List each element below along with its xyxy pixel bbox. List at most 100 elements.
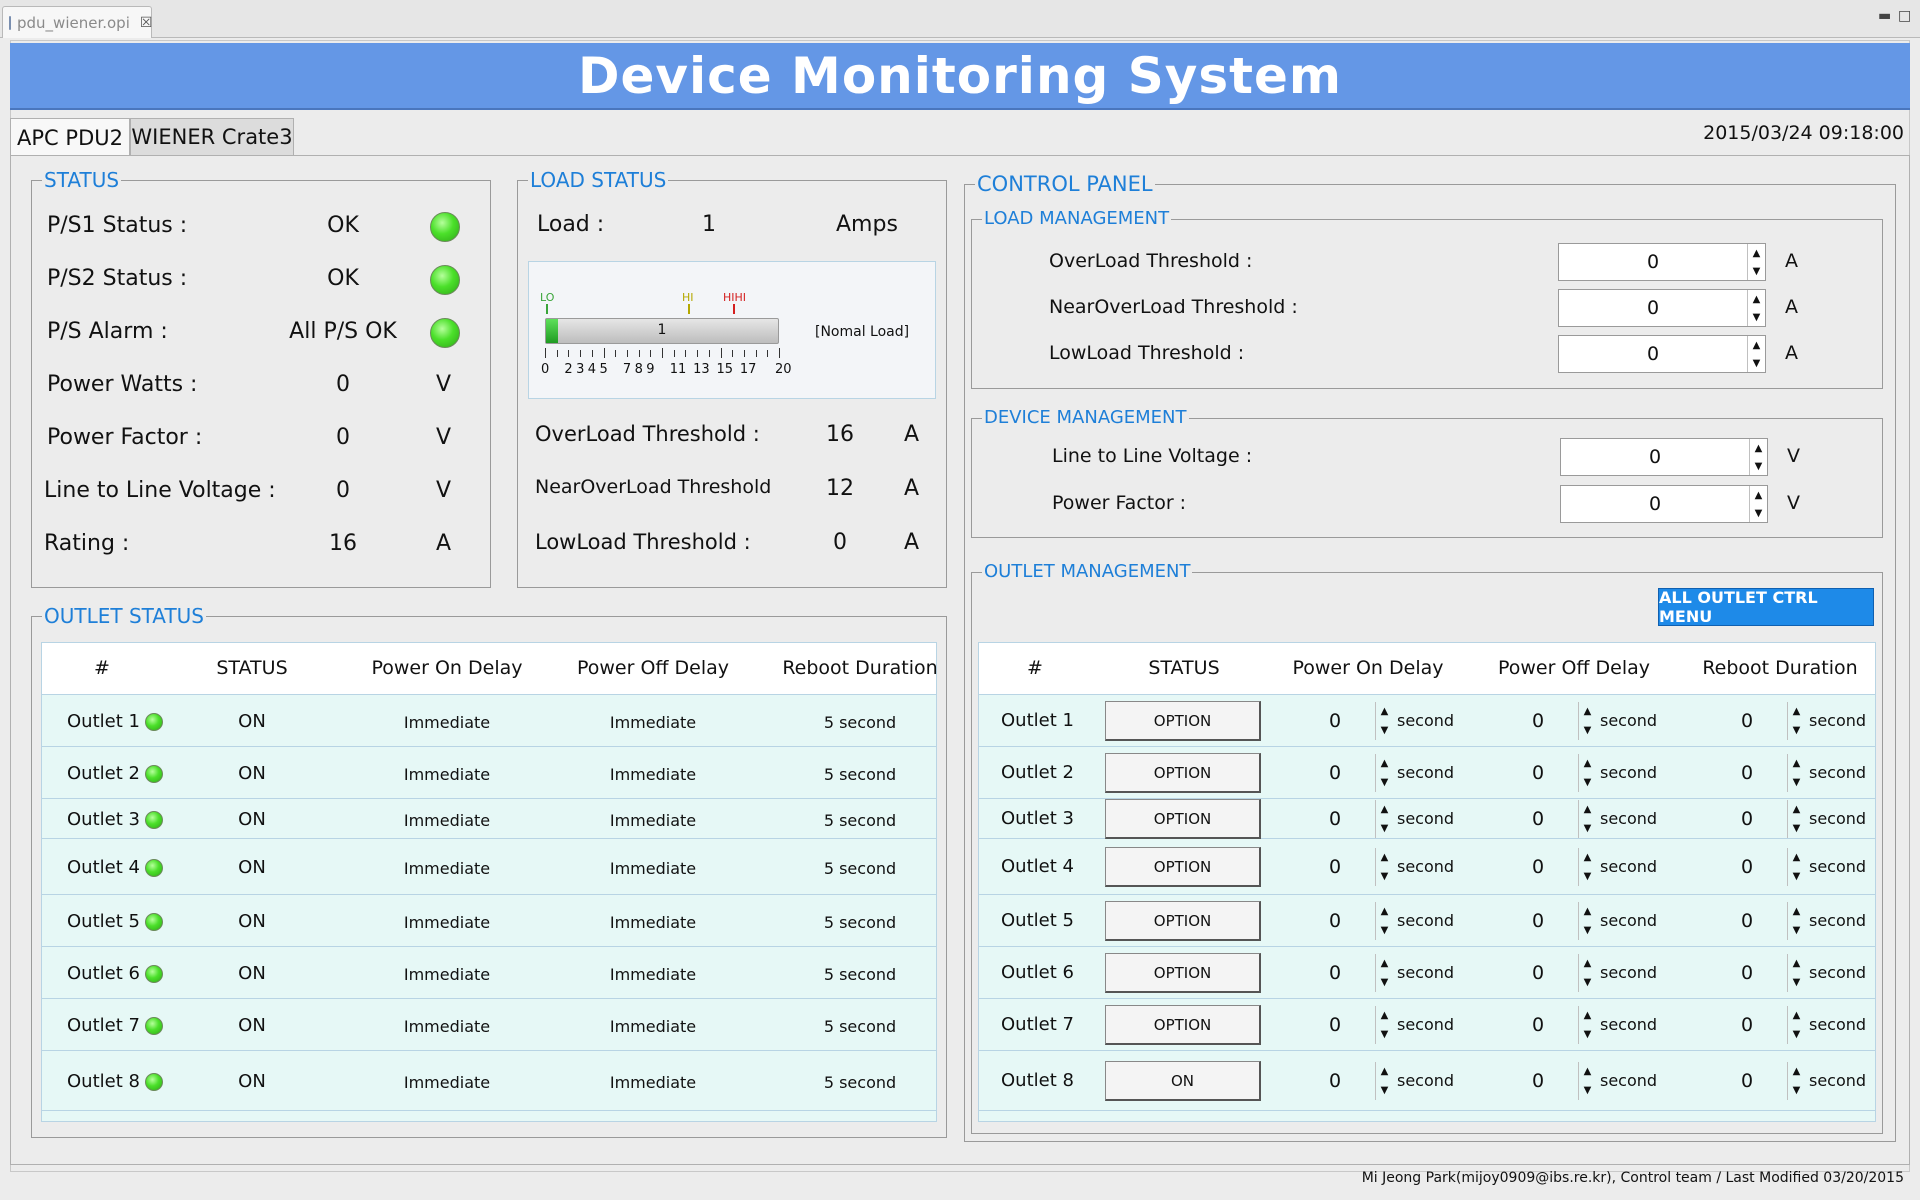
delay-spinner-value[interactable]: 0 — [1707, 856, 1787, 878]
delay-spinner[interactable]: 0 ▲ ▼ — [1295, 848, 1393, 886]
delay-spinner-value[interactable]: 0 — [1707, 762, 1787, 784]
spin-up-icon[interactable]: ▲ — [1376, 1006, 1393, 1025]
delay-spinner-value[interactable]: 0 — [1707, 1014, 1787, 1036]
delay-spinner[interactable]: 0 ▲ ▼ — [1707, 848, 1805, 886]
delay-spinner[interactable]: 0 ▲ ▼ — [1295, 902, 1393, 940]
outlet-option-button[interactable]: OPTION — [1105, 847, 1261, 887]
outlet-option-button[interactable]: OPTION — [1105, 701, 1261, 741]
close-icon[interactable]: ☒ — [140, 15, 153, 31]
delay-spinner[interactable]: 0 ▲ ▼ — [1707, 800, 1805, 838]
spin-down-icon[interactable]: ▼ — [1579, 921, 1596, 940]
threshold-spinner[interactable]: 0 ▲ ▼ — [1558, 243, 1766, 281]
delay-spinner-value[interactable]: 0 — [1498, 1070, 1578, 1092]
delay-spinner[interactable]: 0 ▲ ▼ — [1295, 1006, 1393, 1044]
outlet-option-button[interactable]: OPTION — [1105, 901, 1261, 941]
delay-spinner[interactable]: 0 ▲ ▼ — [1295, 702, 1393, 740]
spin-up-icon[interactable]: ▲ — [1376, 754, 1393, 773]
delay-spinner[interactable]: 0 ▲ ▼ — [1498, 800, 1596, 838]
spin-up-icon[interactable]: ▲ — [1376, 800, 1393, 819]
delay-spinner-value[interactable]: 0 — [1295, 856, 1375, 878]
spin-down-icon[interactable]: ▼ — [1376, 1025, 1393, 1044]
delay-spinner[interactable]: 0 ▲ ▼ — [1498, 1062, 1596, 1100]
spin-up-icon[interactable]: ▲ — [1579, 800, 1596, 819]
spin-up-icon[interactable]: ▲ — [1788, 1062, 1805, 1081]
maximize-icon[interactable]: □ — [1898, 8, 1911, 24]
spin-up-icon[interactable]: ▲ — [1748, 244, 1765, 262]
delay-spinner[interactable]: 0 ▲ ▼ — [1498, 754, 1596, 792]
spin-down-icon[interactable]: ▼ — [1579, 867, 1596, 886]
editor-tab[interactable]: pdu_wiener.opi ☒ — [2, 6, 152, 38]
outlet-option-button[interactable]: ON — [1105, 1061, 1261, 1101]
spin-down-icon[interactable]: ▼ — [1788, 819, 1805, 838]
spin-down-icon[interactable]: ▼ — [1788, 867, 1805, 886]
delay-spinner[interactable]: 0 ▲ ▼ — [1295, 800, 1393, 838]
outlet-option-button[interactable]: OPTION — [1105, 799, 1261, 839]
device-spinner-value[interactable]: 0 — [1561, 446, 1749, 468]
spin-up-icon[interactable]: ▲ — [1376, 702, 1393, 721]
delay-spinner-value[interactable]: 0 — [1498, 856, 1578, 878]
delay-spinner-value[interactable]: 0 — [1498, 808, 1578, 830]
spin-up-icon[interactable]: ▲ — [1788, 848, 1805, 867]
spin-up-icon[interactable]: ▲ — [1748, 290, 1765, 308]
spin-up-icon[interactable]: ▲ — [1788, 702, 1805, 721]
spin-down-icon[interactable]: ▼ — [1748, 354, 1765, 372]
spin-down-icon[interactable]: ▼ — [1579, 1081, 1596, 1100]
spin-up-icon[interactable]: ▲ — [1750, 439, 1767, 457]
spin-down-icon[interactable]: ▼ — [1376, 819, 1393, 838]
threshold-spinner-value[interactable]: 0 — [1559, 297, 1747, 319]
spin-up-icon[interactable]: ▲ — [1579, 1062, 1596, 1081]
spin-up-icon[interactable]: ▲ — [1748, 336, 1765, 354]
outlet-option-button[interactable]: OPTION — [1105, 953, 1261, 993]
spin-down-icon[interactable]: ▼ — [1788, 721, 1805, 740]
delay-spinner-value[interactable]: 0 — [1295, 1014, 1375, 1036]
spin-up-icon[interactable]: ▲ — [1579, 902, 1596, 921]
tab-apc-pdu2[interactable]: APC PDU2 — [10, 118, 130, 156]
outlet-option-button[interactable]: OPTION — [1105, 753, 1261, 793]
device-spinner-value[interactable]: 0 — [1561, 493, 1749, 515]
spin-up-icon[interactable]: ▲ — [1376, 1062, 1393, 1081]
delay-spinner-value[interactable]: 0 — [1295, 808, 1375, 830]
all-outlet-ctrl-menu-button[interactable]: ALL OUTLET CTRL MENU — [1658, 588, 1874, 626]
spin-up-icon[interactable]: ▲ — [1788, 954, 1805, 973]
spin-up-icon[interactable]: ▲ — [1750, 486, 1767, 504]
delay-spinner[interactable]: 0 ▲ ▼ — [1498, 848, 1596, 886]
spin-down-icon[interactable]: ▼ — [1748, 262, 1765, 280]
spin-down-icon[interactable]: ▼ — [1376, 721, 1393, 740]
delay-spinner-value[interactable]: 0 — [1707, 710, 1787, 732]
spin-up-icon[interactable]: ▲ — [1788, 800, 1805, 819]
delay-spinner-value[interactable]: 0 — [1498, 710, 1578, 732]
delay-spinner-value[interactable]: 0 — [1295, 910, 1375, 932]
spin-up-icon[interactable]: ▲ — [1376, 848, 1393, 867]
spin-up-icon[interactable]: ▲ — [1376, 954, 1393, 973]
threshold-spinner-value[interactable]: 0 — [1559, 343, 1747, 365]
spin-down-icon[interactable]: ▼ — [1579, 773, 1596, 792]
delay-spinner[interactable]: 0 ▲ ▼ — [1707, 954, 1805, 992]
spin-down-icon[interactable]: ▼ — [1750, 457, 1767, 475]
spin-down-icon[interactable]: ▼ — [1376, 773, 1393, 792]
threshold-spinner[interactable]: 0 ▲ ▼ — [1558, 335, 1766, 373]
spin-down-icon[interactable]: ▼ — [1748, 308, 1765, 326]
spin-down-icon[interactable]: ▼ — [1750, 504, 1767, 522]
spin-up-icon[interactable]: ▲ — [1788, 902, 1805, 921]
threshold-spinner-value[interactable]: 0 — [1559, 251, 1747, 273]
delay-spinner-value[interactable]: 0 — [1498, 762, 1578, 784]
delay-spinner[interactable]: 0 ▲ ▼ — [1498, 702, 1596, 740]
delay-spinner[interactable]: 0 ▲ ▼ — [1707, 1006, 1805, 1044]
spin-down-icon[interactable]: ▼ — [1376, 1081, 1393, 1100]
spin-up-icon[interactable]: ▲ — [1579, 754, 1596, 773]
delay-spinner-value[interactable]: 0 — [1707, 910, 1787, 932]
spin-up-icon[interactable]: ▲ — [1788, 1006, 1805, 1025]
delay-spinner-value[interactable]: 0 — [1707, 808, 1787, 830]
spin-up-icon[interactable]: ▲ — [1376, 902, 1393, 921]
delay-spinner-value[interactable]: 0 — [1295, 762, 1375, 784]
delay-spinner-value[interactable]: 0 — [1498, 910, 1578, 932]
delay-spinner-value[interactable]: 0 — [1707, 962, 1787, 984]
threshold-spinner[interactable]: 0 ▲ ▼ — [1558, 289, 1766, 327]
delay-spinner-value[interactable]: 0 — [1295, 962, 1375, 984]
spin-up-icon[interactable]: ▲ — [1579, 954, 1596, 973]
spin-down-icon[interactable]: ▼ — [1788, 773, 1805, 792]
delay-spinner-value[interactable]: 0 — [1498, 962, 1578, 984]
spin-down-icon[interactable]: ▼ — [1579, 721, 1596, 740]
spin-down-icon[interactable]: ▼ — [1376, 973, 1393, 992]
spin-down-icon[interactable]: ▼ — [1579, 819, 1596, 838]
